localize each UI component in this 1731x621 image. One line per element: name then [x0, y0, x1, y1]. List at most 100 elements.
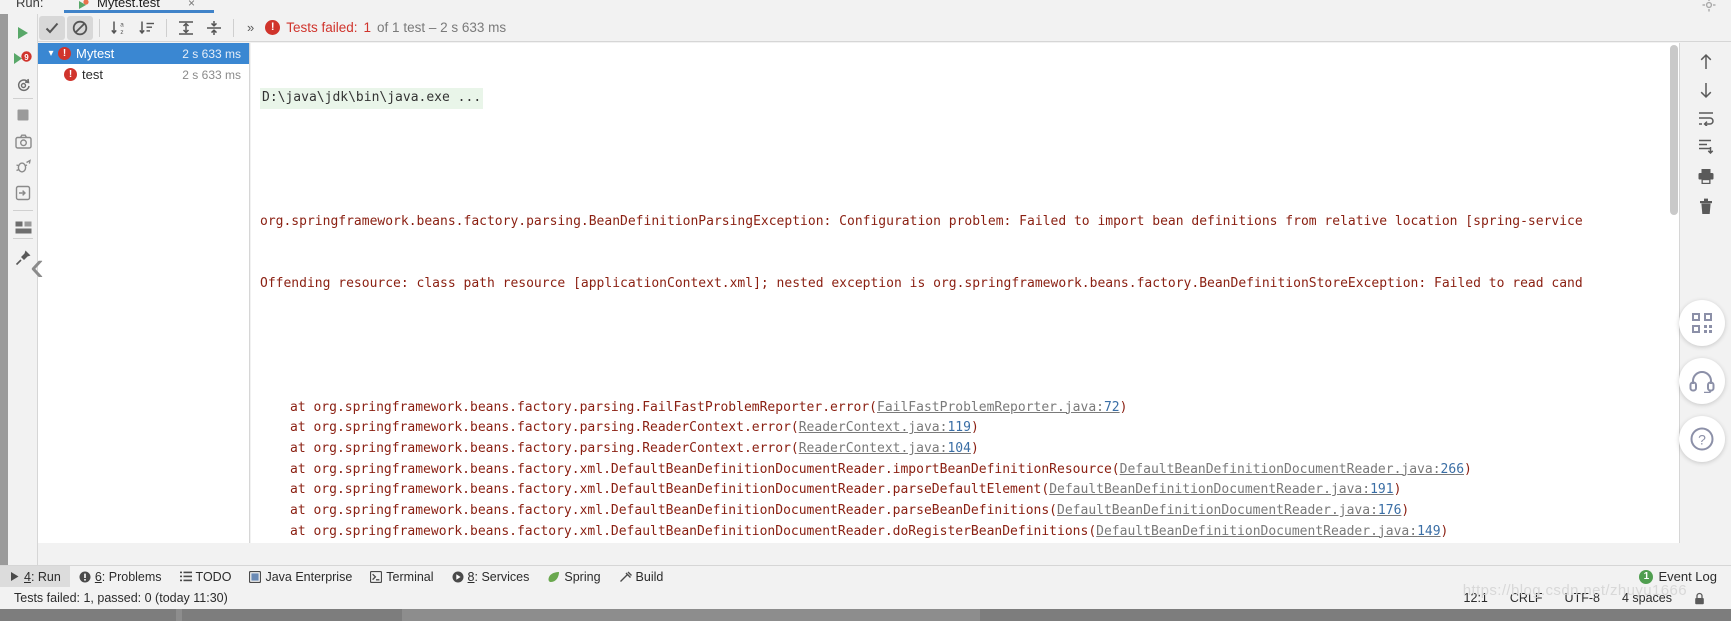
test-tree-row-mytest[interactable]: ▾ ! Mytest 2 s 633 ms [38, 43, 249, 64]
stack-frame-text: at org.springframework.beans.factory.par… [290, 440, 799, 456]
stack-frame-link[interactable]: DefaultBeanDefinitionDocumentReader.java… [1120, 462, 1464, 477]
status-bar: Tests failed: 1, passed: 0 (today 11:30)… [0, 587, 1731, 609]
console-scrollbar-thumb[interactable] [1670, 45, 1678, 215]
previous-occurrence-chevron[interactable]: ‹ [30, 245, 44, 287]
svg-text:z: z [120, 29, 123, 36]
svg-text:?: ? [1698, 432, 1706, 448]
test-failed-icon-child: ! [64, 68, 77, 81]
indent-setting[interactable]: 4 spaces [1622, 591, 1672, 605]
caret-position[interactable]: 12:1 [1464, 591, 1488, 605]
stack-frame-close-paren: ) [1440, 523, 1449, 539]
rerun-icon[interactable] [12, 22, 34, 44]
stack-frame-close-paren: ) [1393, 482, 1402, 498]
clear-all-trash-icon[interactable] [1695, 195, 1717, 217]
close-tab-icon[interactable]: × [188, 0, 195, 10]
tool-window-run-num: 4 [24, 569, 31, 584]
error-icon [79, 571, 91, 582]
show-passed-toggle[interactable] [39, 15, 65, 40]
chevron-down-icon[interactable]: ▾ [44, 48, 58, 59]
console-output[interactable]: D:\java\jdk\bin\java.exe ... org.springf… [251, 43, 1679, 543]
test-results-tree: ▾ ! Mytest 2 s 633 ms ! test 2 s 633 ms [38, 43, 250, 543]
export-snapshot-icon[interactable] [12, 130, 34, 152]
stack-trace-frames: at org.springframework.beans.factory.par… [251, 398, 1679, 543]
rerun-failed-tests-icon[interactable]: 9 [12, 48, 34, 70]
stack-frame-link[interactable]: DefaultBeanDefinitionDocumentReader.java… [1096, 524, 1440, 539]
stack-frame-link[interactable]: ReaderContext.java:104 [799, 441, 971, 456]
exception-line-1: org.springframework.beans.factory.parsin… [260, 213, 1583, 229]
os-taskbar-strip [0, 609, 1731, 621]
soft-wrap-icon[interactable] [1695, 107, 1717, 129]
stack-frame-row: at org.springframework.beans.factory.par… [251, 398, 1679, 419]
gear-icon[interactable] [1701, 0, 1717, 13]
terminal-icon [370, 570, 383, 583]
tool-window-services[interactable]: 8: Services [443, 566, 539, 588]
tool-window-java-enterprise-label: Java Enterprise [265, 569, 353, 584]
active-tab-underline [64, 10, 214, 13]
scroll-down-icon[interactable] [1695, 79, 1717, 101]
stack-frame-row: at org.springframework.beans.factory.par… [251, 439, 1679, 460]
expand-all-button[interactable] [173, 16, 199, 40]
stack-frame-link[interactable]: FailFastProblemReporter.java:72 [877, 400, 1120, 415]
scroll-to-end-icon[interactable] [1695, 135, 1717, 157]
import-tests-icon[interactable] [12, 182, 34, 204]
qr-code-button[interactable] [1679, 300, 1725, 346]
java-icon [249, 570, 262, 583]
tool-window-build[interactable]: Build [610, 566, 673, 588]
console-scrollbar[interactable] [1669, 43, 1679, 543]
test-duration-child: 2 s 633 ms [182, 67, 241, 82]
stack-frame-row: at org.springframework.beans.factory.xml… [251, 522, 1679, 543]
tool-window-run-label: : Run [30, 569, 61, 584]
help-button[interactable]: ? [1679, 416, 1725, 462]
toolbar-overflow-button[interactable]: » [239, 20, 261, 35]
tool-window-spring[interactable]: Spring [538, 566, 609, 588]
test-tree-row-test[interactable]: ! test 2 s 633 ms [38, 64, 249, 85]
toolbar-divider-3 [233, 18, 234, 37]
lock-icon[interactable] [1694, 592, 1705, 605]
collapse-all-button[interactable] [201, 16, 227, 40]
sort-by-duration-button[interactable] [134, 16, 160, 40]
stack-frame-close-paren: ) [970, 440, 979, 456]
run-tab-title[interactable]: Mytest.test [97, 0, 160, 10]
left-window-edge [0, 14, 8, 578]
stack-frame-close-paren: ) [1401, 503, 1410, 519]
toggle-auto-test-icon[interactable] [12, 74, 34, 96]
tool-window-java-enterprise[interactable]: Java Enterprise [240, 566, 361, 588]
idea-run-tool-window: Run: Mytest.test × 9 a z » ! Tests faile… [0, 0, 1731, 621]
debug-icon[interactable] [12, 156, 34, 178]
stack-frame-row: at org.springframework.beans.factory.xml… [251, 501, 1679, 522]
tool-window-terminal-label: Terminal [386, 569, 434, 584]
tool-window-services-label: : Services [474, 569, 530, 584]
show-ignored-toggle[interactable] [67, 15, 93, 40]
run-actions-sidebar: 9 [8, 14, 38, 578]
stop-icon[interactable] [12, 104, 34, 126]
event-log-label[interactable]: Event Log [1658, 569, 1717, 584]
sort-alphabetically-button[interactable]: az [106, 16, 132, 40]
tool-window-services-number: 8 [467, 569, 475, 584]
stack-frame-link[interactable]: DefaultBeanDefinitionDocumentReader.java… [1057, 503, 1401, 518]
support-headset-button[interactable] [1679, 358, 1725, 404]
test-name: Mytest [76, 46, 115, 61]
test-failed-icon: ! [58, 47, 71, 60]
stack-frame-text: at org.springframework.beans.factory.xml… [290, 523, 1097, 539]
layout-settings-icon[interactable] [12, 216, 34, 238]
console-command-line: D:\java\jdk\bin\java.exe ... [260, 88, 484, 110]
test-runner-toolbar: az » ! Tests failed: 1 of 1 test – 2 s 6… [38, 14, 1731, 42]
stack-frame-link[interactable]: DefaultBeanDefinitionDocumentReader.java… [1049, 482, 1393, 497]
test-status-line: ! Tests failed: 1 of 1 test – 2 s 633 ms [265, 20, 506, 35]
stack-frame-close-paren: ) [970, 420, 979, 436]
print-icon[interactable] [1695, 165, 1717, 187]
taskbar-chunk-1 [0, 609, 176, 621]
tool-window-run[interactable]: 4: Run [0, 565, 70, 588]
status-bar-message: Tests failed: 1, passed: 0 (today 11:30) [14, 591, 228, 605]
file-encoding[interactable]: UTF-8 [1565, 591, 1600, 605]
stack-frame-close-paren: ) [1464, 461, 1472, 477]
tool-window-todo[interactable]: TODO [171, 566, 241, 588]
tool-window-todo-label: TODO [195, 569, 232, 584]
scroll-up-icon[interactable] [1695, 51, 1717, 73]
tool-window-terminal[interactable]: Terminal [361, 566, 442, 588]
tool-window-problems-num: 6 [94, 569, 102, 584]
line-separator[interactable]: CRLF [1510, 591, 1543, 605]
tool-window-problems[interactable]: 6: Problems [70, 566, 171, 588]
status-bar-right: 12:1 CRLF UTF-8 4 spaces [1464, 591, 1731, 605]
stack-frame-link[interactable]: ReaderContext.java:119 [799, 420, 971, 435]
